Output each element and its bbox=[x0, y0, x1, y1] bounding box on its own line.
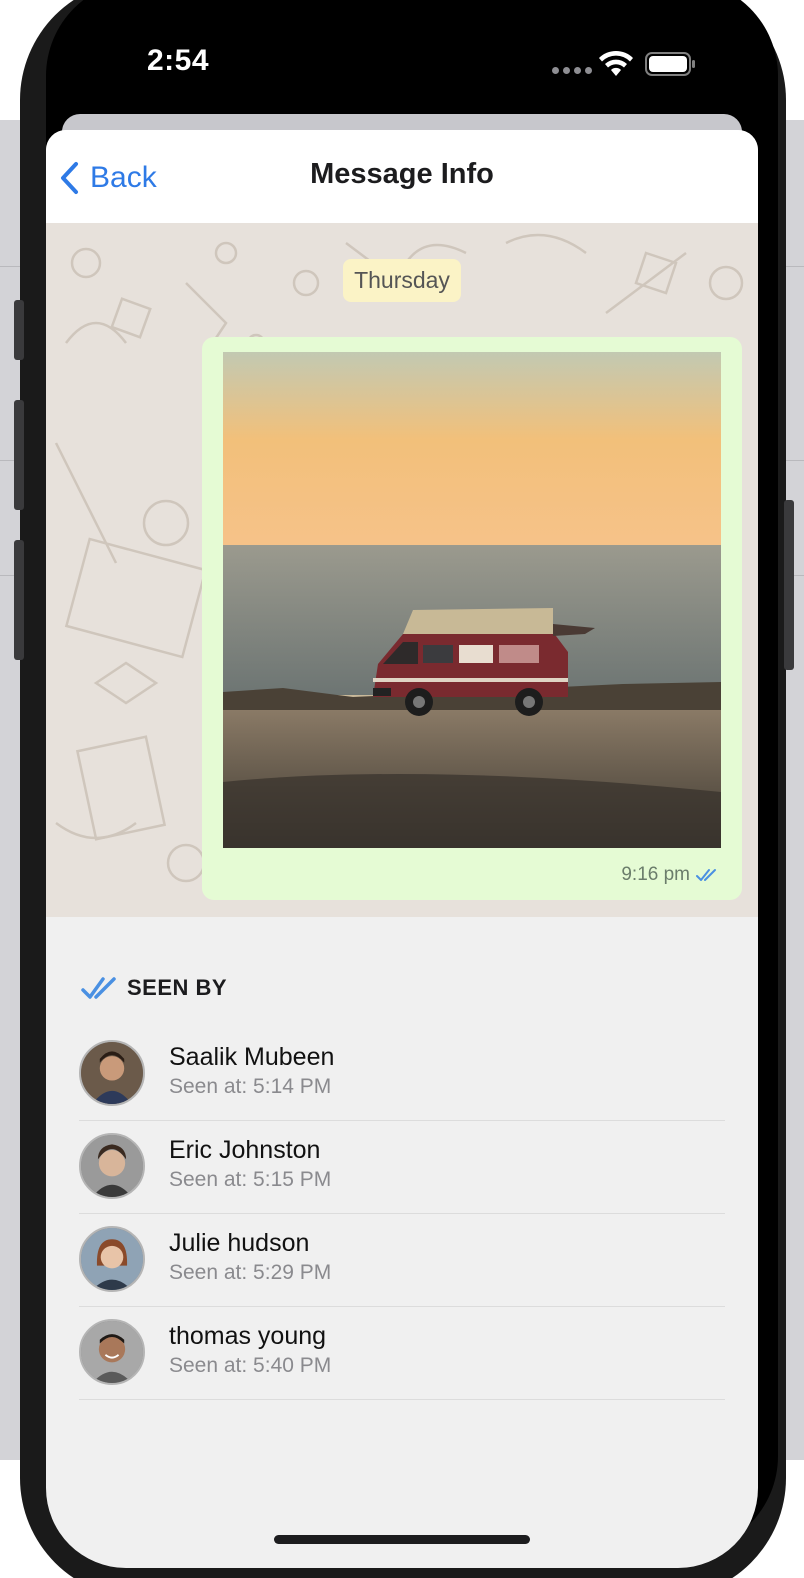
message-time: 9:16 pm bbox=[621, 864, 690, 885]
battery-icon bbox=[645, 52, 695, 76]
message-photo[interactable] bbox=[223, 352, 721, 848]
seen-time: Seen at: 5:29 PM bbox=[169, 1261, 332, 1284]
seen-time: Seen at: 5:15 PM bbox=[169, 1168, 332, 1191]
message-info-sheet: Back Message Info Thursday 9:16 pm SEEN … bbox=[46, 130, 758, 1568]
avatar bbox=[79, 1319, 145, 1385]
seen-by-header: SEEN BY bbox=[81, 975, 227, 1001]
side-button bbox=[14, 400, 24, 510]
message-bubble[interactable]: 9:16 pm bbox=[202, 337, 742, 900]
list-item[interactable]: Julie hudson Seen at: 5:29 PM bbox=[79, 1216, 725, 1307]
screen: 2:54 Back Message Info Thursday 9:16 pm … bbox=[0, 0, 804, 1578]
double-check-icon bbox=[81, 977, 116, 999]
side-button bbox=[784, 500, 794, 670]
navigation-bar: Back Message Info bbox=[46, 130, 758, 223]
avatar bbox=[79, 1133, 145, 1199]
seen-time: Seen at: 5:40 PM bbox=[169, 1354, 332, 1377]
status-time: 2:54 bbox=[147, 44, 210, 77]
seen-by-list: Saalik Mubeen Seen at: 5:14 PM Eric John… bbox=[79, 1030, 725, 1402]
person-name: thomas young bbox=[169, 1322, 327, 1350]
chat-background: Thursday 9:16 pm bbox=[46, 223, 758, 917]
person-name: Saalik Mubeen bbox=[169, 1043, 335, 1071]
avatar bbox=[79, 1226, 145, 1292]
message-meta: 9:16 pm bbox=[621, 864, 720, 886]
seen-time: Seen at: 5:14 PM bbox=[169, 1075, 332, 1098]
side-button bbox=[14, 300, 24, 360]
cellular-signal-icon bbox=[552, 67, 592, 74]
home-indicator[interactable] bbox=[274, 1535, 530, 1544]
date-chip: Thursday bbox=[343, 259, 461, 302]
wifi-icon bbox=[599, 50, 633, 76]
avatar bbox=[79, 1040, 145, 1106]
list-item[interactable]: thomas young Seen at: 5:40 PM bbox=[79, 1309, 725, 1400]
double-check-icon bbox=[696, 869, 716, 881]
person-name: Julie hudson bbox=[169, 1229, 310, 1257]
seen-by-title: SEEN BY bbox=[127, 975, 228, 1000]
van-photo bbox=[223, 352, 721, 848]
person-name: Eric Johnston bbox=[169, 1136, 321, 1164]
list-item[interactable]: Eric Johnston Seen at: 5:15 PM bbox=[79, 1123, 725, 1214]
side-button bbox=[14, 540, 24, 660]
page-title: Message Info bbox=[310, 158, 494, 190]
list-item[interactable]: Saalik Mubeen Seen at: 5:14 PM bbox=[79, 1030, 725, 1121]
